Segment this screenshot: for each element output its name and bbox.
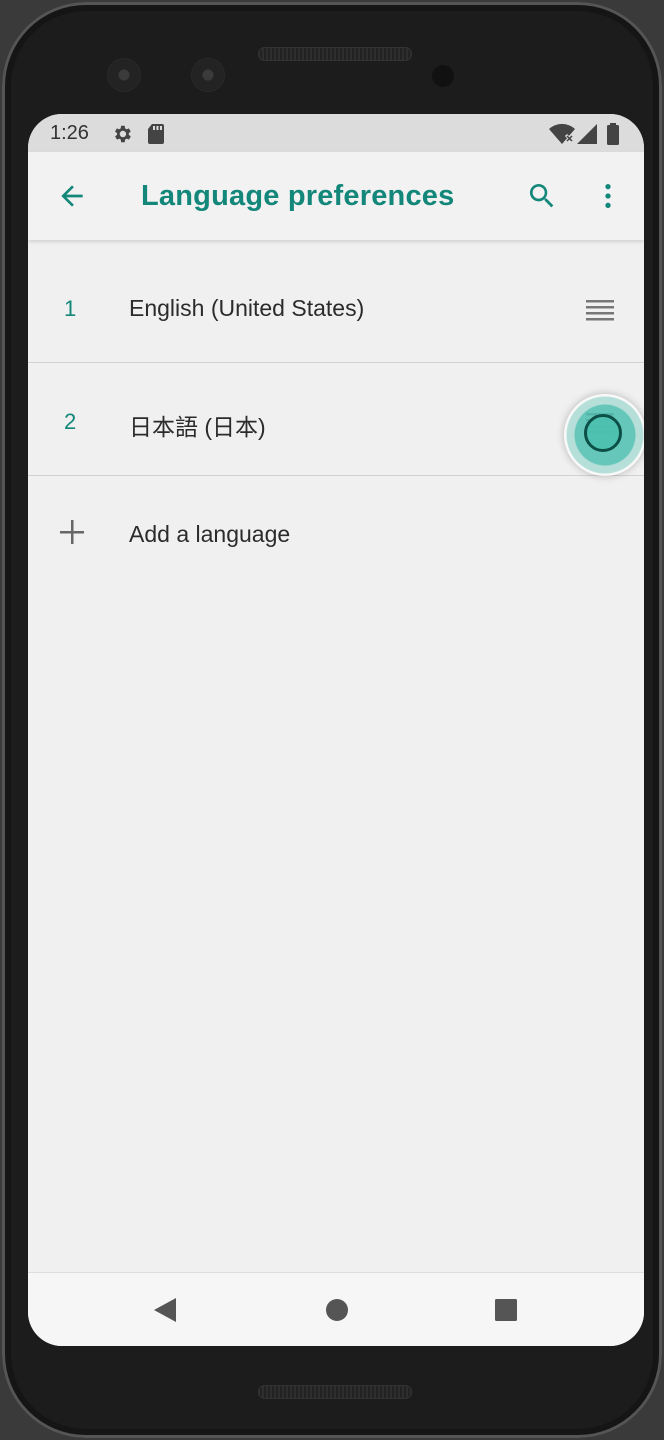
settings-gear-icon <box>115 125 131 143</box>
page-title: Language preferences <box>141 180 455 212</box>
language-label: English (United States) <box>129 295 365 321</box>
status-bar: 1:26 <box>28 114 644 152</box>
language-list: 1 English (United States) 2 日本語 (日本) Add… <box>28 250 644 588</box>
language-item-english[interactable]: 1 English (United States) <box>28 250 644 363</box>
app-bar: Language preferences <box>28 152 644 240</box>
cellular-signal-icon <box>577 124 597 144</box>
sd-card-icon <box>148 124 164 144</box>
language-label: 日本語 (日本) <box>129 414 266 440</box>
proximity-sensor <box>432 65 454 87</box>
navigation-bar <box>28 1272 644 1346</box>
arrow-left-icon[interactable] <box>56 180 88 212</box>
screen: 1:26 Language preferences 1 English (Uni… <box>28 114 644 1346</box>
recents-square-icon[interactable] <box>494 1297 518 1323</box>
add-language-label: Add a language <box>129 521 291 547</box>
drag-handle-icon[interactable] <box>584 298 616 322</box>
wifi-off-icon <box>549 123 575 144</box>
more-vert-icon[interactable] <box>592 180 624 212</box>
back-triangle-icon[interactable] <box>152 1297 178 1323</box>
add-language-button[interactable]: Add a language <box>28 476 644 588</box>
status-time: 1:26 <box>50 122 89 144</box>
battery-icon <box>607 123 619 145</box>
language-rank: 1 <box>64 296 77 321</box>
phone-frame: 1:26 Language preferences 1 English (Uni… <box>2 2 662 1438</box>
touch-indicator <box>564 394 644 476</box>
front-camera-right <box>192 59 224 91</box>
language-rank: 2 <box>64 409 77 434</box>
bottom-speaker <box>258 1385 412 1399</box>
plus-icon <box>60 520 84 544</box>
home-circle-icon[interactable] <box>324 1297 350 1323</box>
front-camera-left <box>108 59 140 91</box>
search-icon[interactable] <box>526 180 558 212</box>
language-item-japanese[interactable]: 2 日本語 (日本) <box>28 363 644 476</box>
earpiece-speaker <box>258 47 412 61</box>
